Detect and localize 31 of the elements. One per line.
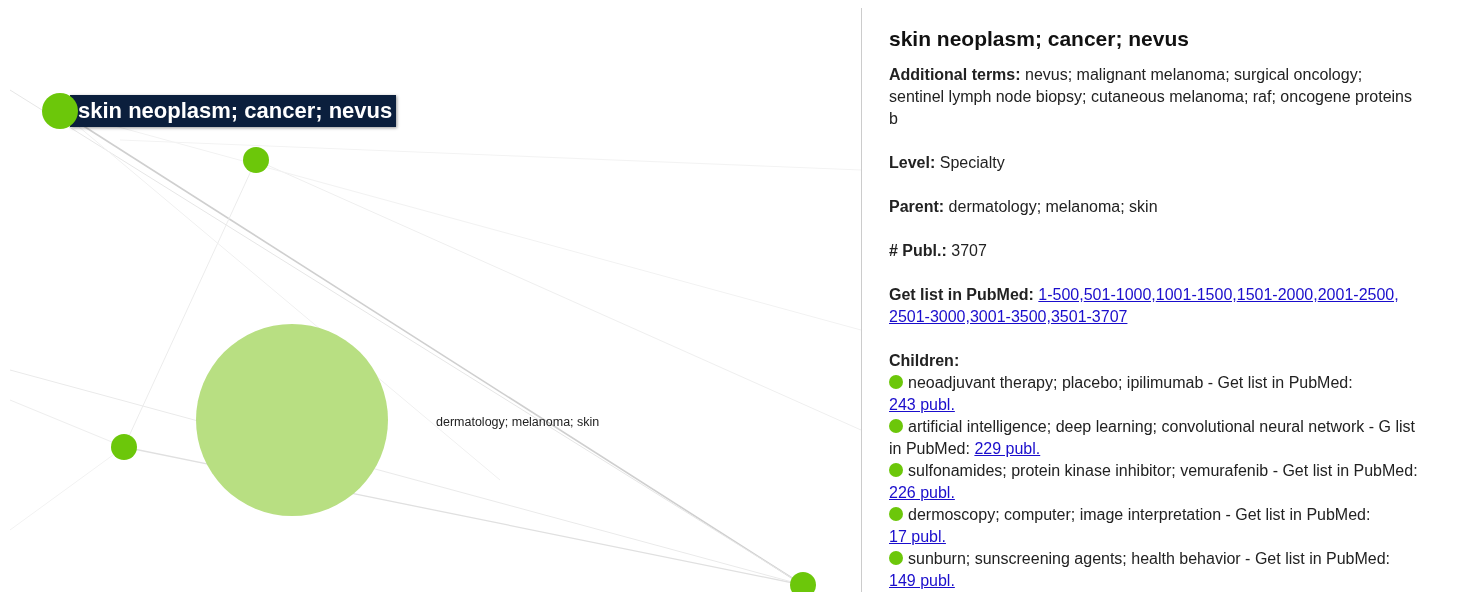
pubmed-link[interactable]: 3501-3707 — [1050, 308, 1128, 325]
child-text: artificial intelligence; deep learning; convolutional neural network - G list in PubMed: 229 publ. — [889, 418, 1415, 457]
pubmed-link[interactable]: 1-500, — [1038, 286, 1084, 303]
detail-title: skin neoplasm; cancer; nevus — [889, 26, 1190, 52]
detail-field: # Publ.: 3707 — [889, 240, 1418, 262]
node-label: skin neoplasm; cancer; nevus — [70, 95, 397, 127]
publ-link[interactable]: 226 publ. — [889, 484, 955, 501]
pubmed-link[interactable]: 501-1000, — [1083, 286, 1156, 303]
pubmed-link[interactable]: 1501-2000, — [1236, 286, 1318, 303]
graph-node[interactable] — [243, 147, 269, 173]
child-text: dermoscopy; computer; image interpretation - Get list in PubMed: 17 publ. — [889, 506, 1371, 545]
detail-field: Additional terms: nevus; malignant melanoma; surgical oncology; sentinel lymph node biopsy; cutaneous melanoma; raf; oncogene proteins b — [889, 64, 1418, 130]
detail-field: Parent: dermatology; melanoma; skin — [889, 196, 1418, 218]
detail-field: Level: Specialty — [889, 152, 1418, 174]
pubmed-link[interactable]: 1001-1500, — [1155, 286, 1237, 303]
graph-node[interactable] — [42, 93, 78, 129]
child-text: neoadjuvant therapy; placebo; ipilimumab - Get list in PubMed: 243 publ. — [889, 374, 1353, 413]
children-heading: Children: — [889, 351, 961, 371]
child-text: sunburn; sunscreening agents; health behavior - Get list in PubMed: 149 publ. — [889, 550, 1391, 589]
child-text: sulfonamides; protein kinase inhibitor; vemurafenib - Get list in PubMed: 226 publ. — [889, 462, 1418, 501]
pubmed-link[interactable]: 2501-3000, — [889, 308, 970, 325]
publ-link[interactable]: 243 publ. — [889, 396, 955, 413]
pubmed-link[interactable]: 3001-3500, — [969, 308, 1051, 325]
node-label: dermatology; melanoma; skin — [436, 415, 600, 429]
pubmed-link[interactable]: 2001-2500, — [1317, 286, 1399, 303]
graph-node[interactable] — [790, 572, 816, 592]
pubmed-links: Get list in PubMed: 1-500,501-1000,1001-1500,1501-2000,2001-2500, 2501-3000,3001-3500,3501-3707 — [889, 285, 1400, 327]
graph-node[interactable] — [111, 434, 137, 460]
publ-link[interactable]: 149 publ. — [889, 572, 955, 589]
publ-link[interactable]: 229 publ. — [974, 440, 1041, 457]
publ-link[interactable]: 17 publ. — [889, 528, 946, 545]
